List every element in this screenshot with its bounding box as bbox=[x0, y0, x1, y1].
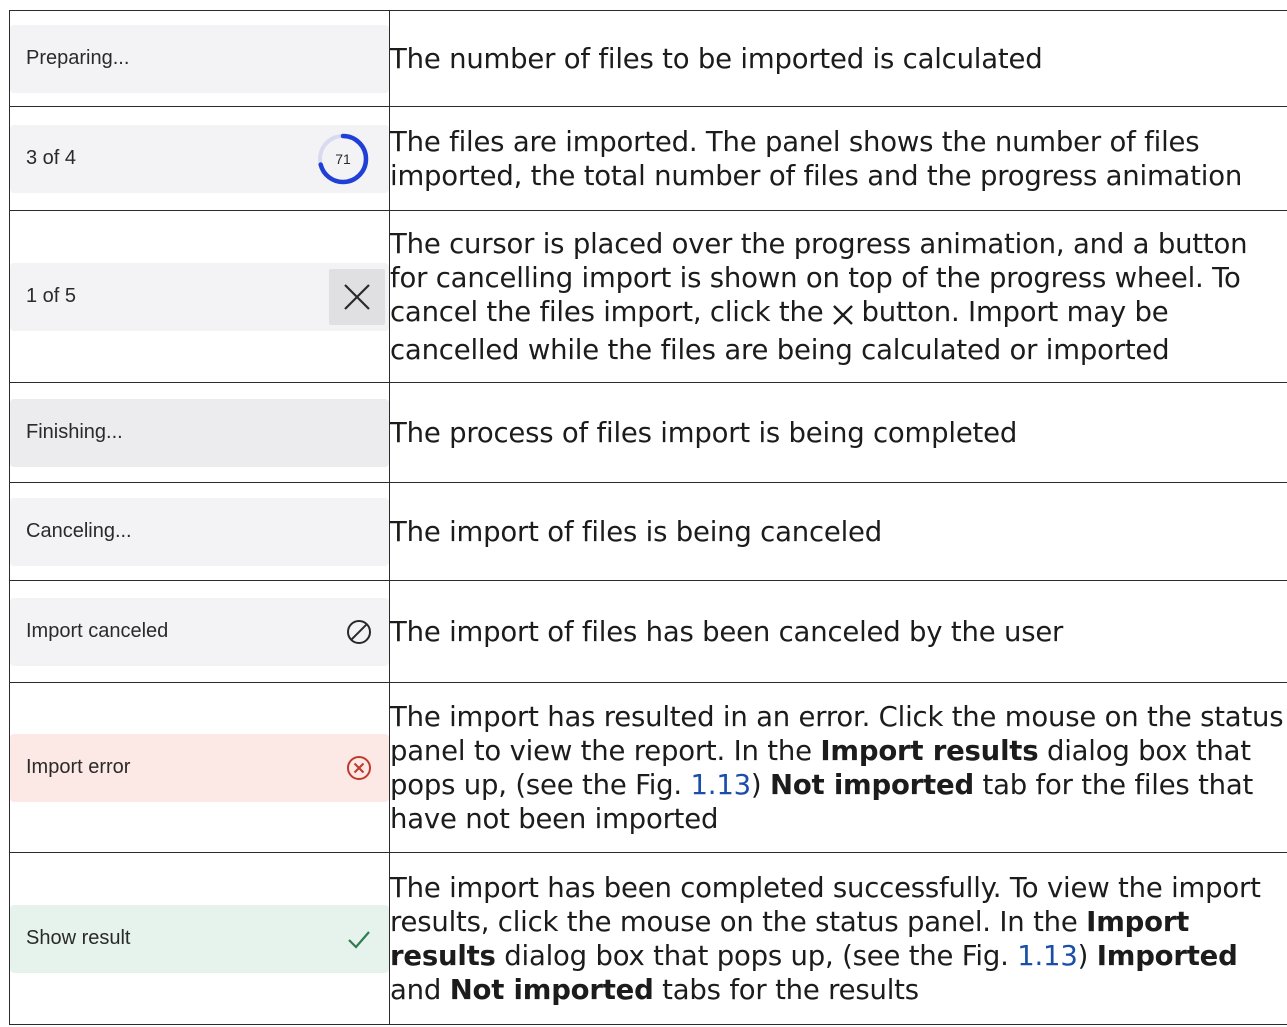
panel-cell: Show result bbox=[9, 852, 390, 1025]
table-row: Show result The import has been complete… bbox=[9, 852, 1287, 1025]
status-panel-label: Finishing... bbox=[26, 421, 123, 443]
status-panel-label: Preparing... bbox=[26, 47, 130, 69]
status-panel-label: Import error bbox=[26, 756, 131, 778]
status-panel-show-result[interactable]: Show result bbox=[10, 904, 389, 973]
table-row: 1 of 5 The cursor is placed over the pro… bbox=[9, 210, 1287, 383]
panel-cell: 1 of 5 bbox=[9, 210, 390, 383]
status-panel-cancel-hover[interactable]: 1 of 5 bbox=[10, 262, 389, 331]
panel-cell: Finishing... bbox=[9, 382, 390, 483]
import-status-table: Preparing... The number of files to be i… bbox=[9, 10, 1287, 1025]
table-row: Finishing... The process of files import… bbox=[9, 382, 1287, 483]
status-panel-finishing[interactable]: Finishing... bbox=[10, 398, 389, 467]
status-panel-label: Show result bbox=[26, 927, 131, 949]
progress-value: 71 bbox=[335, 151, 351, 167]
description-cell: The import has resulted in an error. Cli… bbox=[389, 682, 1287, 853]
description-cell: The cursor is placed over the progress a… bbox=[389, 210, 1287, 383]
description-cell: The import of files is being canceled bbox=[389, 482, 1287, 581]
close-icon bbox=[344, 283, 370, 310]
table-row: Import canceled The import of files has … bbox=[9, 580, 1287, 683]
description-cell: The import of files has been canceled by… bbox=[389, 580, 1287, 683]
table-row: Preparing... The number of files to be i… bbox=[9, 10, 1287, 107]
close-icon bbox=[831, 299, 855, 333]
description-cell: The files are imported. The panel shows … bbox=[389, 106, 1287, 211]
status-panel-label: Canceling... bbox=[26, 520, 132, 542]
status-panel-preparing[interactable]: Preparing... bbox=[10, 24, 389, 93]
status-panel-import-error[interactable]: Import error bbox=[10, 733, 389, 802]
bold-term: Not imported bbox=[449, 973, 654, 1006]
figure-reference-link[interactable]: 1.13 bbox=[1017, 940, 1078, 972]
panel-cell: 3 of 4 71 bbox=[9, 106, 390, 211]
bold-term: Imported bbox=[1096, 939, 1238, 972]
description-cell: The process of files import is being com… bbox=[389, 382, 1287, 483]
panel-cell: Canceling... bbox=[9, 482, 390, 581]
status-panel-canceling[interactable]: Canceling... bbox=[10, 497, 389, 566]
panel-cell: Import error bbox=[9, 682, 390, 853]
panel-cell: Preparing... bbox=[9, 10, 390, 107]
progress-ring-icon[interactable]: 71 bbox=[313, 129, 373, 189]
error-circle-icon bbox=[345, 754, 373, 782]
status-panel-label: Import canceled bbox=[26, 620, 169, 642]
table-row: Canceling... The import of files is bein… bbox=[9, 482, 1287, 581]
table-row: Import error The import has resulted in … bbox=[9, 682, 1287, 853]
status-panel-label: 1 of 5 bbox=[26, 285, 77, 307]
table-row: 3 of 4 71 The files are imported. The pa… bbox=[9, 106, 1287, 211]
prohibited-icon bbox=[345, 618, 373, 646]
status-panel-label: 3 of 4 bbox=[26, 147, 77, 169]
check-icon bbox=[345, 925, 373, 953]
description-cell: The import has been completed successful… bbox=[389, 852, 1287, 1025]
bold-term: Not imported bbox=[770, 768, 974, 801]
cancel-import-button[interactable] bbox=[329, 268, 385, 325]
status-panel-import-canceled[interactable]: Import canceled bbox=[10, 597, 389, 666]
bold-term: Import results bbox=[820, 734, 1039, 767]
panel-cell: Import canceled bbox=[9, 580, 390, 683]
description-cell: The number of files to be imported is ca… bbox=[389, 10, 1287, 107]
figure-reference-link[interactable]: 1.13 bbox=[690, 769, 751, 801]
status-panel-progress[interactable]: 3 of 4 71 bbox=[10, 124, 389, 193]
